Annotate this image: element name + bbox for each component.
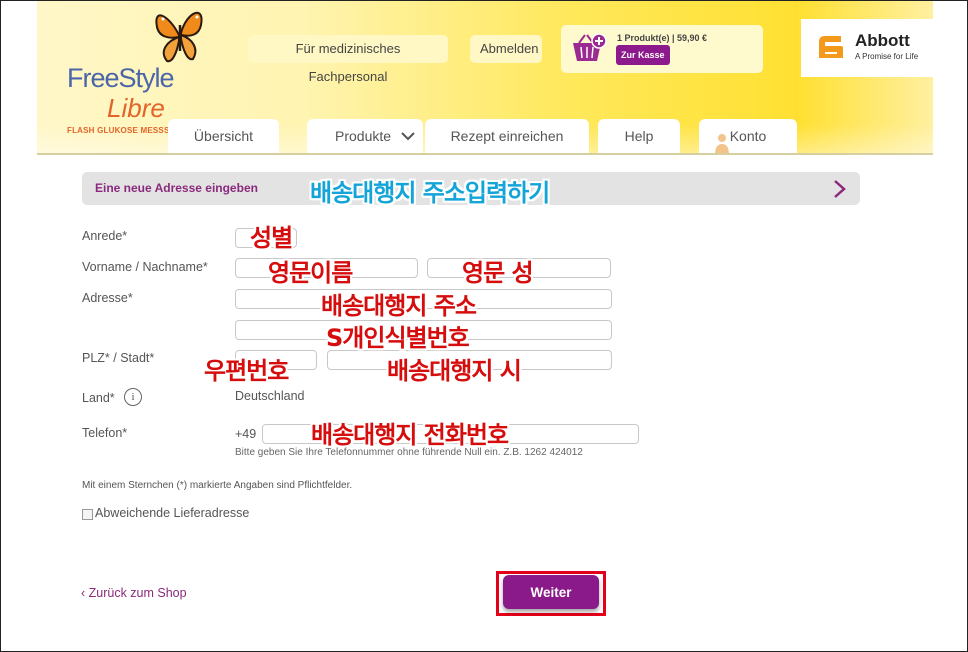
country-value: Deutschland: [235, 389, 305, 403]
checkout-button[interactable]: Zur Kasse: [616, 45, 670, 65]
butterfly-icon: [155, 11, 203, 63]
cart-summary: 1 Produkt(e) | 59,90 €: [617, 33, 708, 43]
user-icon: [715, 134, 729, 155]
abbott-mark-icon: [819, 36, 843, 58]
logo-libre-text: Libre: [107, 93, 165, 123]
header-divider: [37, 153, 933, 155]
abbott-tagline: A Promise for Life: [855, 52, 919, 61]
section-title: Eine neue Adresse eingeben: [95, 181, 258, 195]
tab-account[interactable]: Konto: [699, 119, 797, 155]
chevron-right-icon: [834, 180, 846, 198]
phone-label: Telefon*: [82, 426, 128, 440]
tab-submit-prescription[interactable]: Rezept einreichen: [425, 119, 589, 155]
salutation-label: Anrede*: [82, 229, 128, 243]
tab-products[interactable]: Produkte: [307, 119, 423, 155]
address-label: Adresse*: [82, 291, 133, 305]
alt-delivery-label: Abweichende Lieferadresse: [95, 506, 250, 520]
tab-help[interactable]: Help: [598, 119, 680, 155]
annotation-phone: 배송대행지 전화번호: [311, 421, 509, 449]
annotation-zip: 우편번호: [204, 357, 289, 385]
annotation-address2: S개인식별번호: [326, 324, 470, 352]
info-icon[interactable]: i: [124, 388, 142, 406]
logo-freestyle-text: FreeStyle: [67, 63, 175, 93]
tab-products-label: Produkte: [335, 128, 392, 144]
zip-city-label: PLZ* / Stadt*: [82, 351, 155, 365]
professional-link[interactable]: Für medizinisches Fachpersonal: [248, 35, 448, 84]
annotation-first-name: 영문이름: [268, 259, 353, 287]
abbott-name: Abbott: [855, 31, 910, 50]
alt-delivery-checkbox[interactable]: [82, 509, 93, 520]
chevron-down-icon: [401, 132, 415, 141]
phone-prefix: +49: [235, 427, 257, 441]
annotation-last-name: 영문 성: [462, 259, 534, 287]
tab-account-label: Konto: [729, 128, 767, 144]
basket-icon: [573, 33, 607, 61]
annotation-section: 배송대행지 주소입력하기: [310, 179, 550, 207]
country-label: Land*: [82, 391, 115, 405]
annotation-city: 배송대행지 시: [387, 357, 522, 385]
annotation-salutation: 성별: [250, 224, 293, 252]
cart-widget[interactable]: 1 Produkt(e) | 59,90 € Zur Kasse: [561, 25, 763, 73]
annotation-address1: 배송대행지 주소: [321, 292, 477, 320]
freestyle-libre-logo[interactable]: FreeStyle Libre FLASH GLUKOSE MESSSYSTEM: [63, 5, 203, 135]
required-fields-note: Mit einem Sternchen (*) markierte Angabe…: [82, 480, 353, 491]
name-label: Vorname / Nachname*: [82, 260, 208, 274]
back-to-shop-link[interactable]: ‹ Zurück zum Shop: [81, 586, 187, 600]
logout-link[interactable]: Abmelden: [470, 35, 542, 63]
page-frame: FreeStyle Libre FLASH GLUKOSE MESSSYSTEM…: [0, 0, 968, 652]
continue-button[interactable]: Weiter: [503, 575, 599, 609]
abbott-logo[interactable]: Abbott A Promise for Life: [801, 19, 933, 77]
tab-overview[interactable]: Übersicht: [168, 119, 279, 155]
